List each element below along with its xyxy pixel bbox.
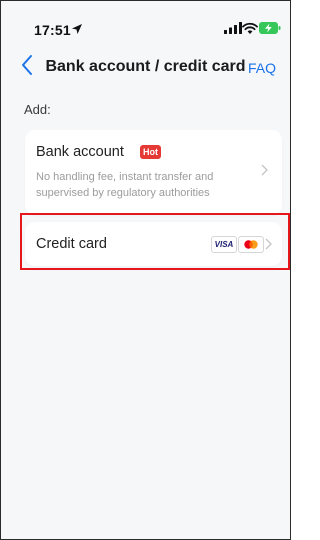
status-time: 17:51 [34, 22, 71, 38]
battery-charging-icon [259, 22, 281, 34]
wifi-icon [242, 22, 258, 34]
section-label: Add: [24, 102, 51, 117]
selection-highlight [20, 213, 290, 270]
faq-link[interactable]: FAQ [248, 60, 276, 76]
chevron-right-icon [261, 164, 268, 176]
hot-badge: Hot [140, 145, 161, 159]
bank-account-option[interactable]: Bank account Hot No handling fee, instan… [25, 130, 282, 215]
bank-account-description: No handling fee, instant transfer and su… [36, 171, 214, 199]
status-bar: 17:51 [1, 1, 290, 41]
navigation-bar: Bank account / credit card FAQ [1, 41, 290, 93]
bank-account-label: Bank account [36, 144, 124, 160]
page-title: Bank account / credit card [45, 58, 246, 75]
signal-icon [224, 22, 242, 34]
app-screen: 17:51 Bank account / credit card FAQ Add… [0, 0, 291, 540]
location-arrow-icon [72, 24, 82, 34]
